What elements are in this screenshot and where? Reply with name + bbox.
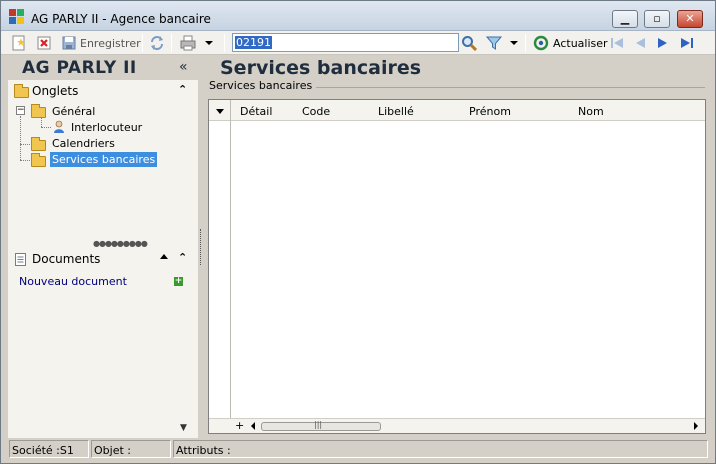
status-attributs: Attributs : xyxy=(173,440,708,458)
left-panel: AG PARLY II « Onglets ⌃ − Général Interl… xyxy=(8,56,198,438)
scroll-down-icon[interactable]: ▼ xyxy=(180,423,187,433)
tree-connector xyxy=(20,160,30,161)
documents-section-title: Documents xyxy=(32,252,101,266)
search-input[interactable]: 02191 xyxy=(232,33,459,52)
section-splitter[interactable]: ●●●●●●●●● xyxy=(93,239,148,248)
row-selector-gutter xyxy=(230,100,231,418)
sync-icon[interactable] xyxy=(149,35,165,51)
documents-section-header[interactable]: Documents ⌃ xyxy=(8,248,198,270)
toolbar-separator xyxy=(142,34,143,52)
app-icon xyxy=(9,9,25,25)
tree-item-general[interactable]: Général xyxy=(52,105,95,118)
title-bar[interactable]: AG PARLY II - Agence bancaire ▁ ▫ ✕ xyxy=(1,1,715,31)
print-dropdown-icon[interactable] xyxy=(205,41,213,45)
restore-icon: ▫ xyxy=(653,12,661,25)
previous-record-icon[interactable] xyxy=(632,35,648,51)
close-button[interactable]: ✕ xyxy=(677,10,703,28)
first-record-icon[interactable] xyxy=(609,35,625,51)
page-title-bar: Services bancaires xyxy=(208,56,705,80)
save-button[interactable]: Enregistrer xyxy=(80,37,141,50)
tabs-section-header[interactable]: Onglets ⌃ xyxy=(8,80,198,102)
toolbar-separator xyxy=(525,34,526,52)
new-document-link[interactable]: Nouveau document xyxy=(19,275,127,288)
folder-open-icon xyxy=(31,104,46,118)
status-bar: Société :S1 Objet : Attributs : xyxy=(1,438,715,463)
column-detail[interactable]: Détail xyxy=(240,105,272,118)
status-objet: Objet : xyxy=(91,440,171,458)
tree-connector xyxy=(20,116,21,160)
tree-collapse-icon[interactable]: − xyxy=(16,106,25,115)
search-value: 02191 xyxy=(235,36,272,49)
column-code[interactable]: Code xyxy=(302,105,330,118)
add-row-icon[interactable]: + xyxy=(235,419,244,432)
toolbar-separator xyxy=(171,34,172,52)
save-icon[interactable] xyxy=(61,35,77,51)
print-icon[interactable] xyxy=(180,35,196,51)
left-panel-header: AG PARLY II « xyxy=(8,56,198,80)
document-icon xyxy=(15,253,26,266)
new-icon[interactable] xyxy=(11,35,27,51)
collapse-section-icon[interactable]: ⌃ xyxy=(178,251,187,264)
user-icon xyxy=(54,120,64,133)
panel-splitter[interactable] xyxy=(200,229,202,265)
scroll-left-icon[interactable] xyxy=(251,422,255,430)
services-grid: Détail Code Libellé Prénom Nom + ||| xyxy=(208,99,706,434)
filter-icon[interactable] xyxy=(486,35,502,51)
tree-item-interlocuteur[interactable]: Interlocuteur xyxy=(71,121,142,134)
toolbar-separator xyxy=(224,34,225,52)
window-title: AG PARLY II - Agence bancaire xyxy=(31,12,211,26)
scroll-right-icon[interactable] xyxy=(694,422,698,430)
status-societe: Société :S1 xyxy=(9,440,89,458)
page-title: Services bancaires xyxy=(220,57,422,79)
restore-button[interactable]: ▫ xyxy=(644,10,670,28)
grid-footer: + ||| xyxy=(209,418,705,433)
next-record-icon[interactable] xyxy=(655,35,671,51)
group-label: Services bancaires xyxy=(209,79,317,92)
tree-item-calendriers[interactable]: Calendriers xyxy=(52,137,115,150)
minimize-button[interactable]: ▁ xyxy=(612,10,638,28)
last-record-icon[interactable] xyxy=(679,35,695,51)
tree-item-services-bancaires[interactable]: Services bancaires xyxy=(50,152,158,167)
tree-connector xyxy=(41,127,51,128)
column-nom[interactable]: Nom xyxy=(578,105,604,118)
delete-icon[interactable] xyxy=(36,35,52,51)
grid-header: Détail Code Libellé Prénom Nom xyxy=(209,100,705,121)
folder-icon xyxy=(14,84,29,98)
minimize-icon: ▁ xyxy=(620,12,630,25)
add-document-icon[interactable]: + xyxy=(174,277,183,286)
collapse-section-icon[interactable]: ⌃ xyxy=(178,83,187,96)
folder-open-icon xyxy=(31,153,46,167)
app-window: AG PARLY II - Agence bancaire ▁ ▫ ✕ Enre… xyxy=(0,0,716,464)
sort-up-icon[interactable] xyxy=(160,254,168,259)
column-prenom[interactable]: Prénom xyxy=(469,105,511,118)
search-icon[interactable] xyxy=(461,35,477,51)
column-menu-icon[interactable] xyxy=(216,109,224,114)
refresh-icon[interactable] xyxy=(533,35,549,51)
tabs-section-title: Onglets xyxy=(32,84,79,98)
collapse-panel-icon[interactable]: « xyxy=(179,59,188,75)
column-libelle[interactable]: Libellé xyxy=(378,105,414,118)
tree-connector xyxy=(20,144,30,145)
close-icon: ✕ xyxy=(685,12,695,25)
refresh-button[interactable]: Actualiser xyxy=(553,37,608,50)
filter-dropdown-icon[interactable] xyxy=(510,41,518,45)
toolbar: Enregistrer 02191 Actualiser xyxy=(1,31,715,55)
horizontal-scrollbar-thumb[interactable]: ||| xyxy=(261,420,381,431)
record-name: AG PARLY II xyxy=(22,58,137,78)
folder-icon xyxy=(31,137,46,151)
